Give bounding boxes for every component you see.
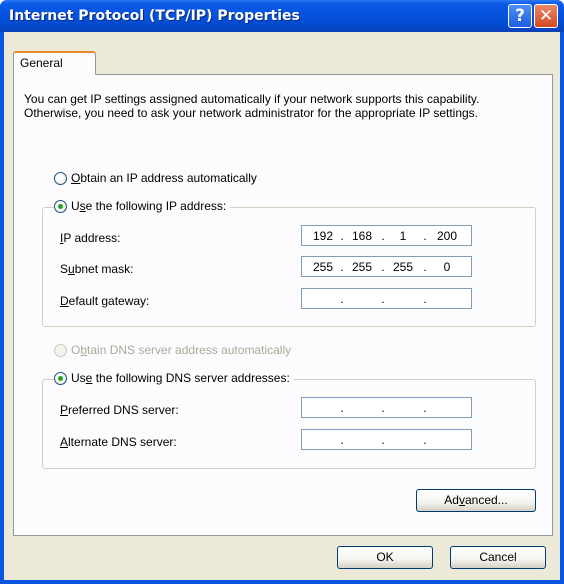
close-icon: ✕ (538, 6, 554, 26)
dialog-client-area: General You can get IP settings assigned… (4, 32, 560, 580)
radio-obtain-ip-auto[interactable]: Obtain an IP address automatically (54, 171, 261, 185)
preferred-dns-label: Preferred DNS server: (60, 403, 179, 417)
ip-address-input[interactable]: 192. 168. 1. 200 (301, 225, 472, 246)
radio-use-following-dns[interactable]: Use the following DNS server addresses: (54, 371, 294, 385)
alternate-dns-label: Alternate DNS server: (60, 435, 177, 449)
tab-general[interactable]: General (13, 51, 96, 75)
subnet-mask-input[interactable]: 255. 255. 255. 0 (301, 256, 472, 277)
ip-address-label: IP address: (60, 231, 121, 245)
radio-label: Use the following DNS server addresses: (71, 371, 290, 385)
radio-button-checked[interactable] (54, 371, 67, 385)
subnet-mask-label: Subnet mask: (60, 262, 134, 276)
ok-button[interactable]: OK (337, 546, 433, 569)
title-bar[interactable]: Internet Protocol (TCP/IP) Properties ? … (0, 0, 564, 32)
default-gateway-input[interactable]: . . . (301, 288, 472, 309)
radio-label: Obtain an IP address automatically (71, 171, 257, 185)
radio-use-following-ip[interactable]: Use the following IP address: (54, 199, 231, 213)
radio-button-disabled (54, 343, 67, 357)
dialog-window: Internet Protocol (TCP/IP) Properties ? … (0, 0, 564, 584)
radio-obtain-dns-auto[interactable]: Obtain DNS server address automatically (54, 343, 296, 357)
close-button[interactable]: ✕ (534, 4, 558, 28)
help-button[interactable]: ? (508, 4, 532, 28)
radio-button-unchecked[interactable] (54, 171, 67, 185)
dns-server-group (42, 379, 536, 469)
radio-label: Obtain DNS server address automatically (71, 343, 292, 357)
description-text: You can get IP settings assigned automat… (24, 92, 480, 120)
advanced-button[interactable]: Advanced... (416, 489, 536, 512)
alternate-dns-input[interactable]: . . . (301, 429, 472, 450)
radio-label: Use the following IP address: (71, 199, 227, 213)
default-gateway-label: Default gateway: (60, 294, 150, 308)
radio-button-checked[interactable] (54, 199, 67, 213)
question-mark-icon: ? (515, 6, 525, 26)
window-title: Internet Protocol (TCP/IP) Properties (9, 8, 300, 24)
preferred-dns-input[interactable]: . . . (301, 397, 472, 418)
cancel-button[interactable]: Cancel (450, 546, 546, 569)
